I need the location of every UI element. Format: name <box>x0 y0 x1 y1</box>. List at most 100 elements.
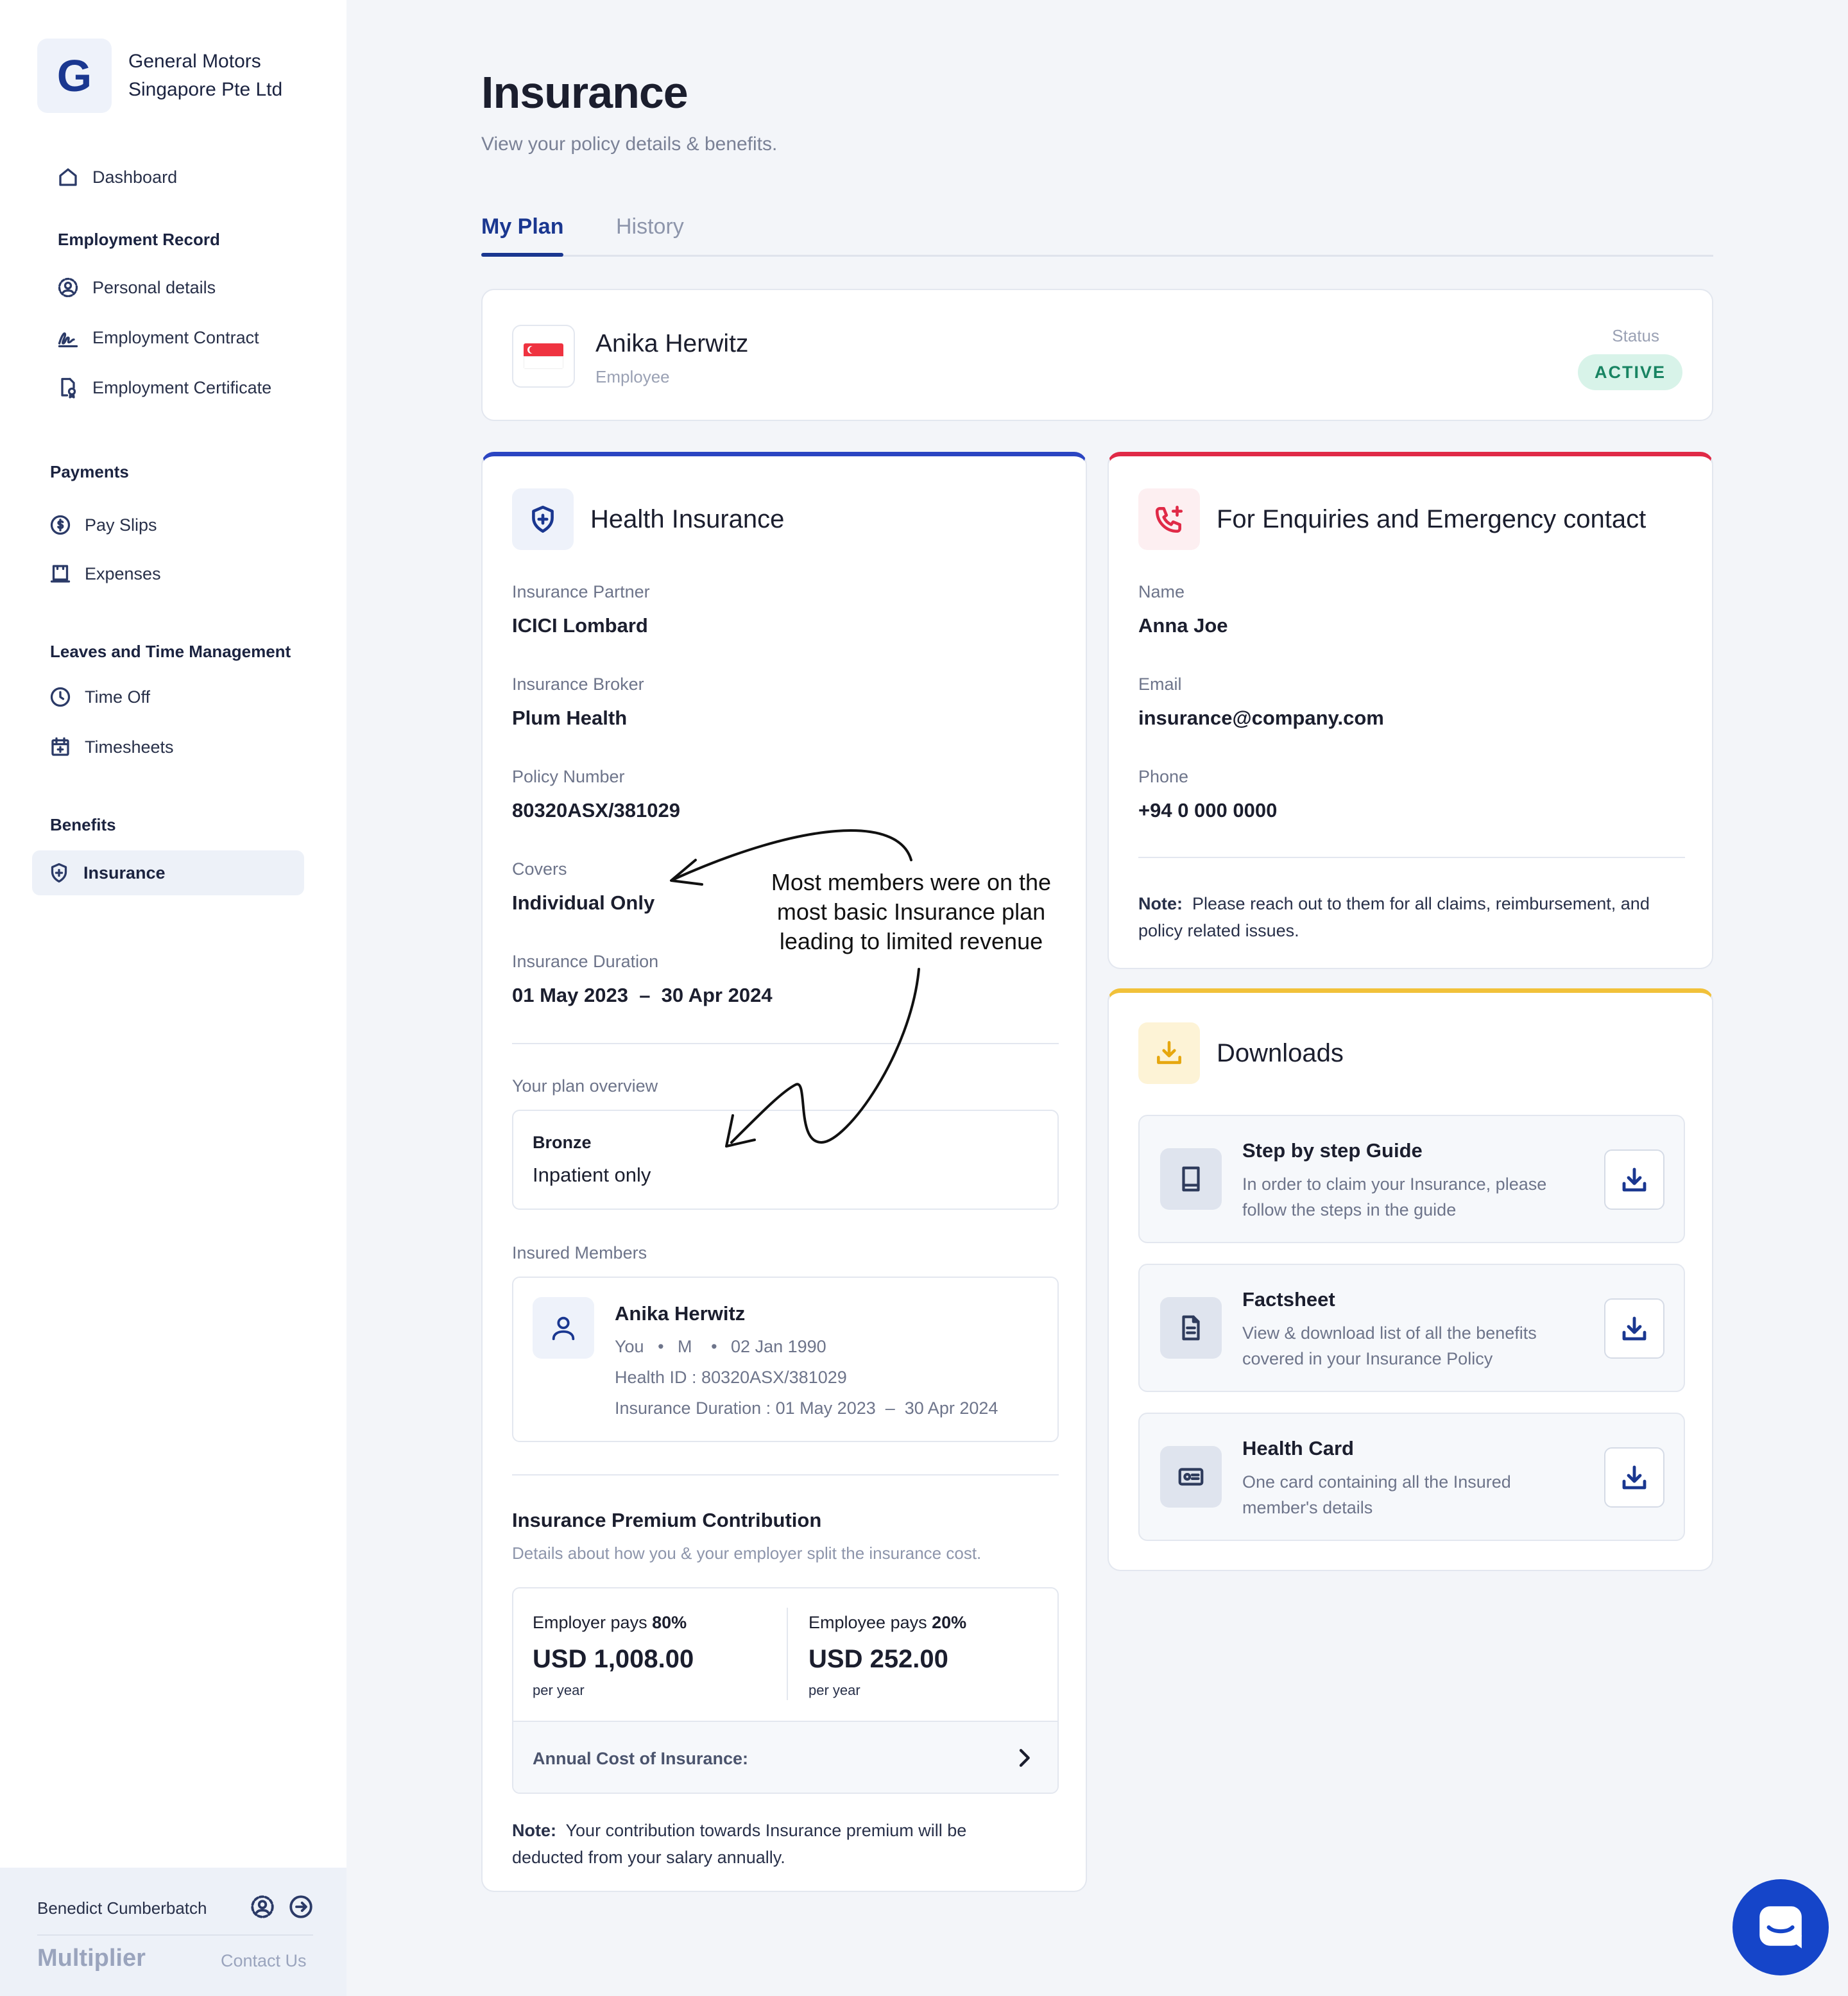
plan-description: Inpatient only <box>533 1164 651 1186</box>
covers-value: Individual Only <box>512 891 655 914</box>
download-item-title: Health Card <box>1242 1437 1354 1459</box>
note-label: Note: <box>1138 894 1183 913</box>
singapore-flag-icon <box>524 343 563 369</box>
contact-email-value[interactable]: insurance@company.com <box>1138 707 1384 730</box>
download-item-title: Step by step Guide <box>1242 1139 1423 1162</box>
download-button[interactable] <box>1604 1298 1664 1359</box>
note-label: Note: <box>512 1821 556 1840</box>
section-leaves: Leaves and Time Management <box>50 642 291 661</box>
sidebar-item-label: Insurance <box>83 863 166 882</box>
phone-add-icon <box>1138 488 1200 550</box>
contact-phone-label: Phone <box>1138 767 1189 786</box>
annotation-line: leading to limited revenue <box>779 928 1043 954</box>
annotation-text: Most members were on the most basic Insu… <box>757 868 1065 956</box>
sidebar-item-dashboard[interactable]: Dashboard <box>55 164 177 190</box>
download-item: Health Card One card containing all the … <box>1138 1413 1685 1541</box>
sidebar-item-label: Timesheets <box>85 737 174 757</box>
chat-launcher-button[interactable] <box>1733 1879 1829 1975</box>
calendar-icon <box>47 734 73 760</box>
annotation-line: most basic Insurance plan <box>776 899 1046 925</box>
sidebar-item-label: Personal details <box>92 277 216 297</box>
divider <box>787 1608 788 1700</box>
shield-plus-icon <box>46 860 72 886</box>
home-icon <box>55 164 81 190</box>
employer-period: per year <box>533 1682 585 1698</box>
tab-my-plan[interactable]: My Plan <box>481 214 564 257</box>
contact-us-link[interactable]: Contact Us <box>221 1951 307 1971</box>
insured-members-label: Insured Members <box>512 1243 647 1262</box>
employer-percent: 80% <box>652 1613 687 1632</box>
sidebar-item-employment-contract[interactable]: Employment Contract <box>55 325 259 350</box>
employee-period: per year <box>809 1682 860 1698</box>
tab-bar: My Plan History <box>481 214 1713 257</box>
company-name: General Motors Singapore Pte Ltd <box>128 51 283 100</box>
health-insurance-title: Health Insurance <box>590 505 785 533</box>
member-gender: M <box>678 1337 692 1356</box>
section-employment-record: Employment Record <box>58 230 220 249</box>
chat-icon <box>1759 1906 1802 1949</box>
sidebar-item-expenses[interactable]: Expenses <box>47 561 161 587</box>
sidebar-item-label: Dashboard <box>92 167 178 187</box>
annual-cost-label: Annual Cost of Insurance: <box>533 1749 749 1768</box>
sidebar-item-personal-details[interactable]: Personal details <box>55 275 216 300</box>
download-item-desc: In order to claim your Insurance, please… <box>1242 1174 1547 1219</box>
section-payments: Payments <box>50 462 129 481</box>
plan-overview-label: Your plan overview <box>512 1076 658 1096</box>
member-relation: You <box>615 1337 644 1356</box>
logout-icon[interactable] <box>287 1893 314 1920</box>
contact-phone-value[interactable]: +94 0 000 0000 <box>1138 799 1277 822</box>
sidebar-item-label: Employment Certificate <box>92 377 272 397</box>
page-subtitle: View your policy details & benefits. <box>481 133 778 155</box>
divider <box>37 1934 313 1936</box>
downloads-title: Downloads <box>1217 1039 1344 1067</box>
member-health-id: Health ID : 80320ASX/381029 <box>615 1368 847 1387</box>
status-label: Status <box>1612 326 1659 345</box>
sidebar-item-employment-certificate[interactable]: Employment Certificate <box>55 375 271 400</box>
health-insurance-card: Health Insurance Insurance Partner ICICI… <box>481 452 1087 1892</box>
policy-number-label: Policy Number <box>512 767 625 786</box>
employee-amount: USD 252.00 <box>809 1645 948 1673</box>
status-badge: ACTIVE <box>1577 354 1682 390</box>
clock-icon <box>47 684 73 710</box>
sidebar-item-pay-slips[interactable]: Pay Slips <box>47 512 157 538</box>
download-tray-icon <box>1138 1022 1200 1084</box>
employee-percent: 20% <box>932 1613 967 1632</box>
sidebar-item-time-off[interactable]: Time Off <box>47 684 150 710</box>
download-item: Step by step Guide In order to claim you… <box>1138 1115 1685 1243</box>
partner-label: Insurance Partner <box>512 582 650 601</box>
download-item-desc: View & download list of all the benefits… <box>1242 1323 1537 1368</box>
contact-email-label: Email <box>1138 675 1182 694</box>
contact-note: Note: Please reach out to them for all c… <box>1138 890 1685 944</box>
emergency-contact-card: For Enquiries and Emergency contact Name… <box>1108 452 1713 969</box>
tab-history[interactable]: History <box>616 214 684 239</box>
member-duration: Insurance Duration : 01 May 2023 – 30 Ap… <box>615 1398 998 1418</box>
premium-title: Insurance Premium Contribution <box>512 1509 822 1531</box>
annual-cost-row[interactable]: Annual Cost of Insurance: <box>513 1721 1057 1793</box>
contact-name-label: Name <box>1138 582 1185 601</box>
download-icon <box>1622 1316 1647 1341</box>
section-benefits: Benefits <box>50 815 116 834</box>
note-text: Your contribution towards Insurance prem… <box>512 1821 967 1867</box>
covers-label: Covers <box>512 859 567 879</box>
user-circle-icon <box>55 275 81 300</box>
book-icon <box>1160 1148 1222 1210</box>
annotation-arrows <box>670 829 920 1148</box>
sidebar-item-label: Employment Contract <box>92 327 259 347</box>
company-header[interactable]: G General Motors Singapore Pte Ltd <box>37 39 308 113</box>
download-button[interactable] <box>1604 1447 1664 1508</box>
download-icon <box>1622 1465 1647 1490</box>
employee-role: Employee <box>595 367 670 386</box>
employee-profile-card: Anika Herwitz Employee Status ACTIVE <box>481 289 1713 421</box>
employer-amount: USD 1,008.00 <box>533 1645 694 1673</box>
download-item-title: Factsheet <box>1242 1288 1335 1311</box>
note-text: Please reach out to them for all claims,… <box>1138 894 1650 940</box>
employee-pays-label: Employee pays 20% <box>809 1613 967 1632</box>
user-settings-icon[interactable] <box>249 1893 276 1920</box>
document-icon <box>1160 1297 1222 1359</box>
sidebar-item-timesheets[interactable]: Timesheets <box>47 734 174 760</box>
download-item: Factsheet View & download list of all th… <box>1138 1264 1685 1392</box>
shield-icon <box>512 488 574 550</box>
download-button[interactable] <box>1604 1149 1664 1210</box>
sidebar-item-insurance[interactable]: Insurance <box>32 850 304 895</box>
brand-logo: Multiplier <box>37 1945 146 1972</box>
